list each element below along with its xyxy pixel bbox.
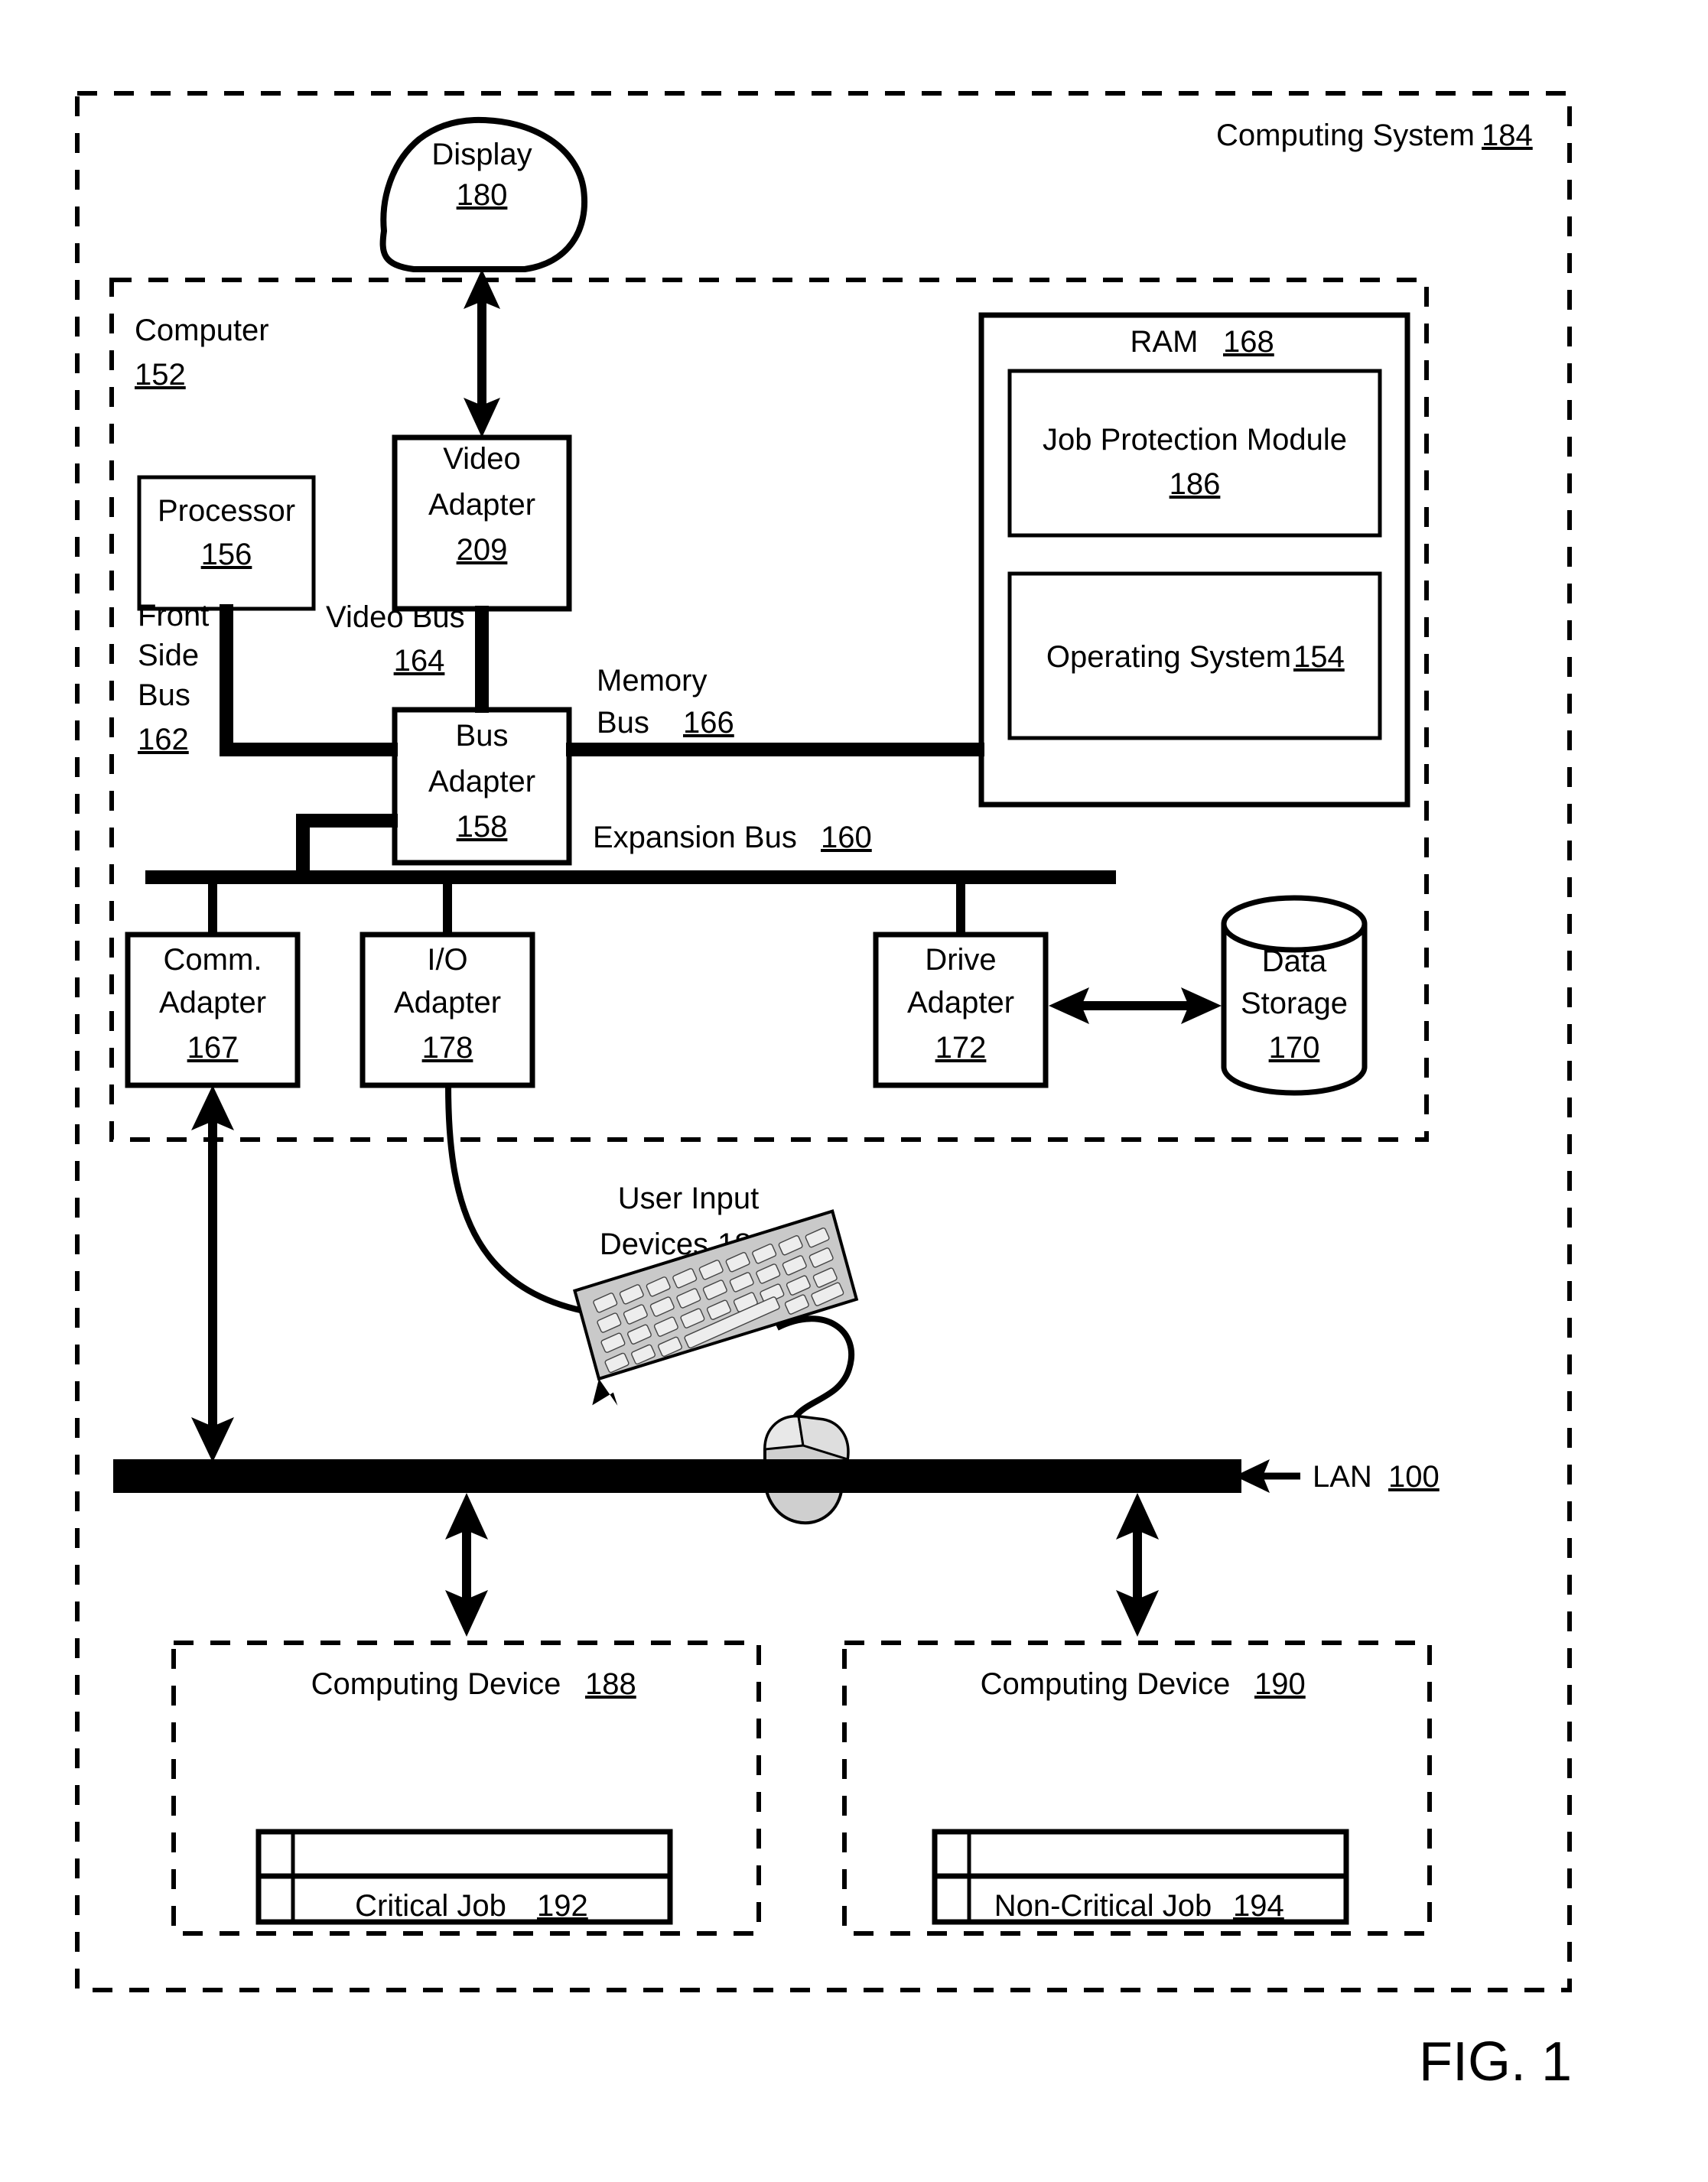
video-bus-label: Video Bus [326,600,465,634]
computing-device-190-ref: 190 [1254,1667,1306,1701]
video-adapter-label-line1: Video [443,442,521,476]
keyboard-icon [573,1209,859,1406]
drive-adapter-ref: 172 [935,1031,987,1065]
expansion-bus-stub [296,814,398,877]
expansion-bus-label: Expansion Bus [593,821,797,854]
memory-bus-label-line1: Memory [597,664,707,698]
user-input-devices-label-line1: User Input [618,1182,760,1215]
front-side-bus-label-line3: Bus [138,678,190,712]
mouse-cord [776,1315,855,1432]
memory-bus-label-line2: Bus [597,706,649,740]
comm-adapter-label-line2: Adapter [159,986,266,1019]
comm-lan-arrow [191,1085,234,1462]
lan-bar [113,1459,1241,1493]
bus-adapter-label-line2: Adapter [428,765,535,798]
drive-adapter-label-line1: Drive [925,943,996,977]
front-side-bus-ref: 162 [138,723,189,756]
video-adapter-ref: 209 [457,533,508,567]
computing-system-ref: 184 [1482,119,1533,152]
comm-adapter-ref: 167 [187,1031,239,1065]
computing-device-190-label: Computing Device [981,1667,1231,1701]
non-critical-job-ref: 194 [1233,1889,1284,1923]
display-label: Display [431,138,532,171]
computer-ref: 152 [135,358,186,392]
lan-device-188-arrow [445,1493,488,1637]
io-adapter-cable [445,1084,613,1319]
job-protection-module-label: Job Protection Module [1043,423,1347,457]
processor-ref: 156 [201,538,252,571]
patent-figure-1: Computing System 184 Display 180 Compute… [75,91,1572,2093]
data-storage-ref: 170 [1269,1031,1320,1065]
io-adapter-label-line1: I/O [427,943,467,977]
display-video-arrow [464,269,500,437]
lan-pointer [1235,1459,1300,1493]
expansion-bus-ref: 160 [821,821,872,854]
computing-device-188-ref: 188 [585,1667,636,1701]
lan-device-190-arrow [1116,1493,1159,1637]
io-adapter-label-line2: Adapter [394,986,501,1019]
job-protection-module-ref: 186 [1170,467,1221,501]
io-adapter-ref: 178 [422,1031,473,1065]
computer-label: Computer [135,314,269,347]
display-ref: 180 [457,178,508,212]
lan-label: LAN [1313,1460,1372,1494]
data-storage-label-line2: Storage [1241,987,1348,1020]
operating-system-ref: 154 [1293,640,1345,674]
comm-adapter-label-line1: Comm. [164,943,262,977]
lan-ref: 100 [1388,1460,1440,1494]
video-adapter-label-line2: Adapter [428,488,535,522]
operating-system-label: Operating System [1046,640,1291,674]
bus-adapter-label-line1: Bus [456,719,509,753]
critical-job-ref: 192 [537,1889,588,1923]
memory-bus-ref: 166 [683,706,734,740]
ram-ref: 168 [1223,325,1274,359]
non-critical-job-label: Non-Critical Job [994,1889,1212,1923]
processor-label: Processor [158,494,295,528]
figure-caption: FIG. 1 [1419,2031,1572,2093]
computing-device-188-label: Computing Device [311,1667,561,1701]
front-side-bus-label-line1: Front [138,599,209,632]
computing-system-label: Computing System [1216,119,1475,152]
figure-root: Computing System 184 Display 180 Compute… [0,0,1708,2182]
critical-job-label: Critical Job [355,1889,506,1923]
bus-adapter-ref: 158 [457,810,508,844]
ram-label: RAM [1131,325,1199,359]
drive-adapter-label-line2: Adapter [907,986,1014,1019]
drive-storage-arrow [1049,987,1222,1024]
front-side-bus-label-line2: Side [138,639,199,672]
video-bus-ref: 164 [394,644,445,678]
data-storage-label-line1: Data [1262,945,1327,978]
